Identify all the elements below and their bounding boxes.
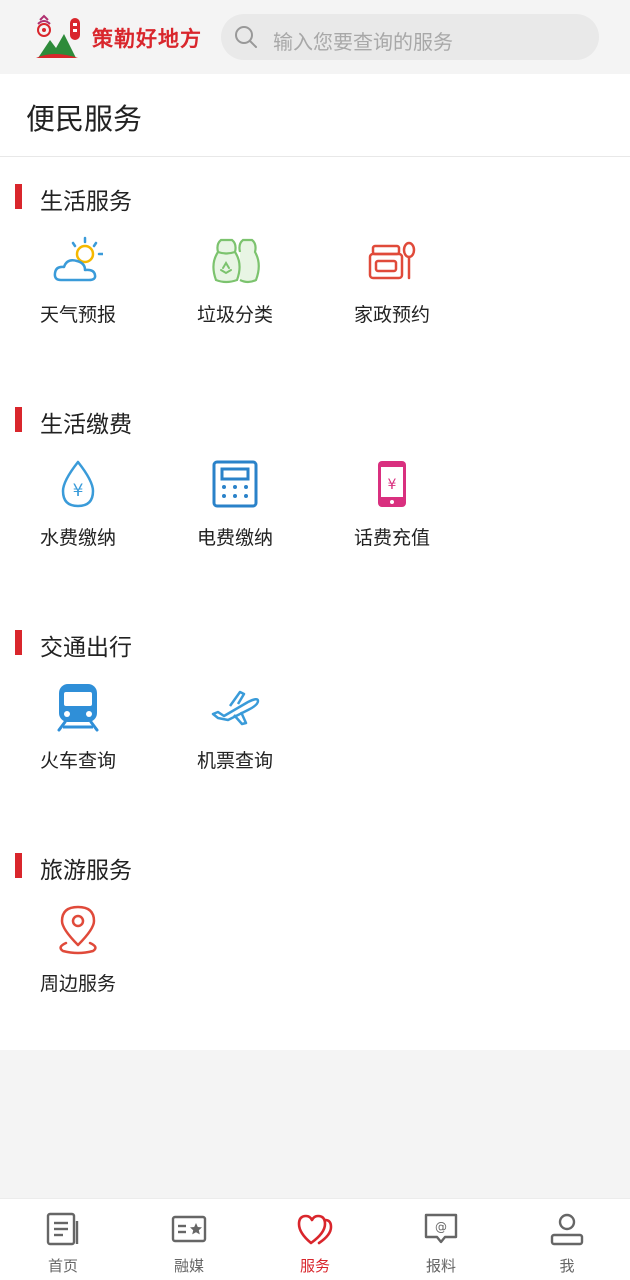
service-label: 火车查询 [39, 750, 116, 772]
section-transportation: 交通出行 火车查询 机票查询 [0, 630, 630, 854]
service-garbage-sorting[interactable]: 垃圾分类 [174, 236, 304, 336]
service-label: 天气预报 [39, 304, 116, 326]
divider [0, 156, 630, 157]
section-marker [15, 184, 22, 209]
service-label: 垃圾分类 [196, 304, 273, 326]
service-label: 电费缴纳 [196, 527, 273, 549]
svg-text:@: @ [435, 1220, 447, 1234]
service-flight[interactable]: 机票查询 [174, 682, 304, 782]
service-phone-recharge[interactable]: ¥ 话费充值 [331, 459, 461, 559]
content-panel: 便民服务 生活服务 天气预报 垃圾分类 家政预约 生活缴费 ¥ 水费缴纳 电费缴… [0, 74, 630, 1050]
app-logo[interactable]: 策勒好地方 [34, 14, 209, 60]
hearts-icon [297, 1214, 333, 1245]
phone-recharge-icon: ¥ [378, 461, 406, 507]
section-title: 旅游服务 [40, 858, 132, 884]
report-chat-icon: @ [424, 1213, 458, 1244]
section-title: 交通出行 [40, 635, 132, 661]
section-life-payments: 生活缴费 ¥ 水费缴纳 电费缴纳 ¥ 话费充值 [0, 407, 630, 631]
service-weather[interactable]: 天气预报 [17, 236, 147, 336]
section-title: 生活服务 [40, 189, 132, 215]
garbage-sorting-icon [212, 238, 260, 284]
tab-report[interactable]: @ 报料 [378, 1199, 504, 1280]
tab-media[interactable]: 融媒 [126, 1199, 252, 1280]
tab-label: 报料 [425, 1257, 456, 1275]
bottom-tab-bar: 首页 融媒 服务 @ 报料 我 [0, 1198, 630, 1280]
service-housekeeping[interactable]: 家政预约 [331, 236, 461, 336]
search-icon [235, 26, 257, 48]
tab-label: 融媒 [173, 1257, 204, 1275]
svg-text:¥: ¥ [73, 481, 84, 501]
section-marker [15, 853, 22, 878]
section-life-services: 生活服务 天气预报 垃圾分类 家政预约 [0, 184, 630, 408]
tab-home[interactable]: 首页 [0, 1199, 126, 1280]
service-label: 周边服务 [39, 973, 116, 995]
section-title: 生活缴费 [40, 412, 132, 438]
search-placeholder: 输入您要查询的服务 [273, 30, 453, 54]
airplane-icon [211, 690, 260, 726]
page-title: 便民服务 [26, 102, 143, 136]
service-electricity-bill[interactable]: 电费缴纳 [174, 459, 304, 559]
train-icon [57, 684, 99, 732]
service-label: 话费充值 [353, 527, 430, 549]
weather-icon [53, 236, 103, 282]
user-icon [550, 1213, 584, 1246]
water-bill-icon: ¥ [61, 460, 95, 508]
housekeeping-icon [368, 241, 416, 280]
service-water-bill[interactable]: ¥ 水费缴纳 [17, 459, 147, 559]
app-name: 策勒好地方 [92, 27, 202, 51]
service-train[interactable]: 火车查询 [17, 682, 147, 782]
tab-label: 我 [559, 1257, 575, 1275]
service-label: 机票查询 [196, 750, 273, 772]
logo-mark-icon [36, 14, 80, 58]
media-card-icon [171, 1215, 207, 1243]
home-document-icon [46, 1212, 79, 1246]
service-label: 家政预约 [353, 304, 430, 326]
section-tourism: 旅游服务 周边服务 [0, 853, 630, 1077]
tab-me[interactable]: 我 [504, 1199, 630, 1280]
svg-text:¥: ¥ [388, 477, 397, 493]
service-nearby[interactable]: 周边服务 [17, 905, 147, 1005]
tab-label: 首页 [47, 1257, 78, 1275]
search-input[interactable]: 输入您要查询的服务 [221, 14, 599, 60]
location-pin-icon [59, 905, 97, 955]
tab-label: 服务 [299, 1257, 330, 1275]
section-marker [15, 630, 22, 655]
service-label: 水费缴纳 [39, 527, 116, 549]
top-bar: 策勒好地方 输入您要查询的服务 [0, 0, 630, 74]
tab-services[interactable]: 服务 [252, 1199, 378, 1280]
section-marker [15, 407, 22, 432]
electricity-bill-icon [212, 460, 258, 508]
